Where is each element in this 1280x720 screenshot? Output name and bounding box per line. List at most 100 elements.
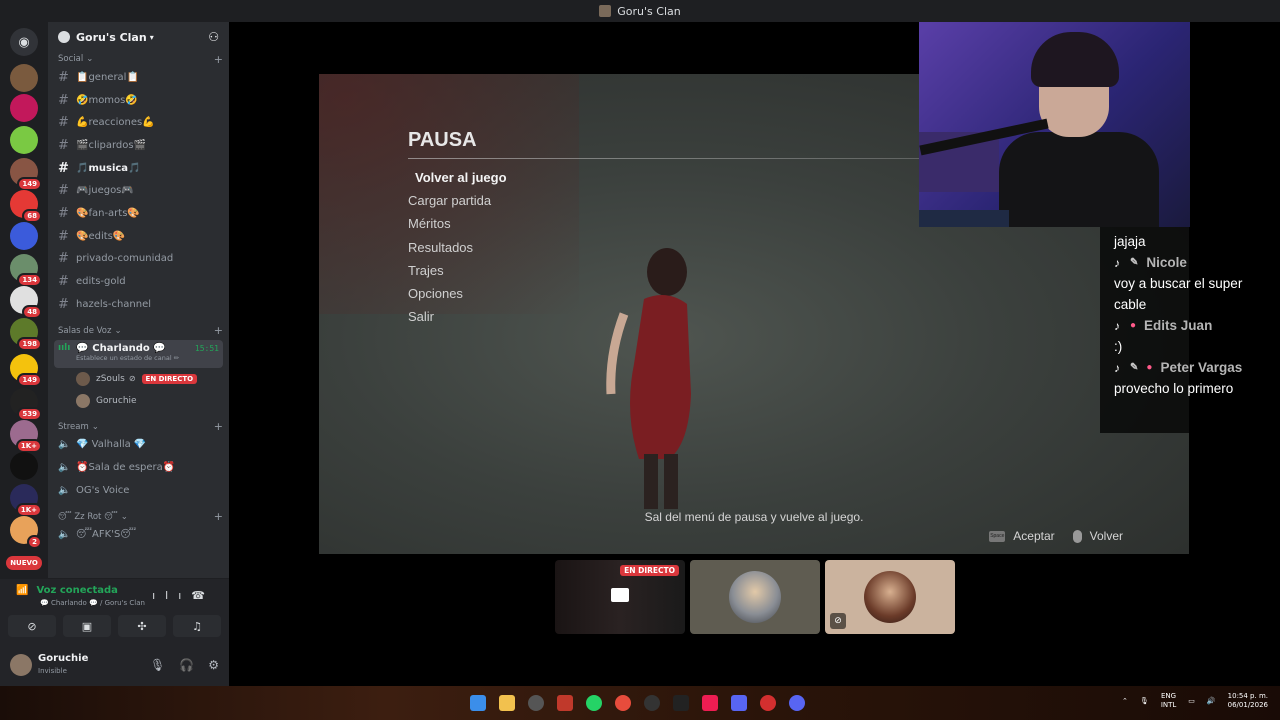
tiktok-icon[interactable] bbox=[702, 695, 718, 711]
chat-author-row: ♪ ● Edits Juan bbox=[1114, 315, 1266, 336]
screen-share-button[interactable]: ▣ bbox=[63, 615, 111, 637]
category-voice[interactable]: Salas de Voz ⌄ + bbox=[48, 324, 229, 338]
headphones-icon[interactable]: 🎧 bbox=[179, 658, 194, 672]
channel-momos[interactable]: # 🤣momos🤣 bbox=[48, 89, 229, 112]
channel-hazels-channel[interactable]: # hazels-channel bbox=[48, 293, 229, 316]
channel-general[interactable]: # 📋general📋 bbox=[48, 66, 229, 89]
username[interactable]: Goruchie bbox=[38, 653, 88, 664]
voice-channel-valhalla[interactable]: 🔈 💎 Valhalla 💎 bbox=[48, 434, 229, 457]
app-icon[interactable] bbox=[673, 695, 689, 711]
network-icon[interactable]: ▭ bbox=[1188, 697, 1195, 706]
app-icon[interactable] bbox=[557, 695, 573, 711]
channel-label: edits-gold bbox=[76, 276, 126, 288]
channel-status[interactable]: Establece un estado de canal ✏ bbox=[58, 354, 219, 362]
menu-item-cargar-partida[interactable]: Cargar partida bbox=[408, 193, 507, 216]
stream-tile[interactable]: EN DIRECTO bbox=[555, 560, 685, 634]
server-icon[interactable] bbox=[10, 222, 38, 250]
camera-off-button[interactable]: ⊘ bbox=[8, 615, 56, 637]
microphone-icon[interactable]: 🎙 bbox=[150, 658, 165, 672]
channel-label: privado-comunidad bbox=[76, 253, 174, 265]
chevron-up-icon[interactable]: ⌃ bbox=[1122, 697, 1128, 706]
add-member-icon[interactable]: ⚇ bbox=[208, 30, 219, 44]
windows-start-icon[interactable] bbox=[470, 695, 486, 711]
server-icon[interactable] bbox=[10, 452, 38, 480]
server-icon[interactable]: 198 bbox=[10, 318, 42, 351]
app-icon[interactable] bbox=[760, 695, 776, 711]
language-indicator[interactable]: ENG INTL bbox=[1161, 692, 1176, 710]
plus-icon[interactable]: + bbox=[214, 420, 223, 433]
speaker-icon: 🔈 bbox=[58, 529, 71, 541]
clock-date: 06/01/2026 bbox=[1227, 701, 1268, 709]
server-icon[interactable]: 149 bbox=[10, 354, 42, 387]
server-icon[interactable]: 1K+ bbox=[10, 484, 42, 517]
guild-name: Goru's Clan bbox=[76, 30, 147, 44]
menu-item-resultados[interactable]: Resultados bbox=[408, 240, 507, 263]
voice-user[interactable]: Goruchie bbox=[48, 390, 229, 412]
app-icon[interactable] bbox=[644, 695, 660, 711]
menu-item-trajes[interactable]: Trajes bbox=[408, 263, 507, 286]
volume-icon[interactable]: 🔊 bbox=[1207, 697, 1216, 706]
channel-edits[interactable]: # 🎨edits🎨 bbox=[48, 225, 229, 248]
channel-musica[interactable]: # 🎵musica🎵 bbox=[48, 157, 229, 180]
soundboard-button[interactable]: ♫ bbox=[173, 615, 221, 637]
category-social[interactable]: Social ⌄ + bbox=[48, 52, 229, 66]
noise-suppression-icon[interactable]: ılı bbox=[152, 589, 191, 602]
activities-button[interactable]: ✣ bbox=[118, 615, 166, 637]
participant-tile[interactable]: ⊘ bbox=[825, 560, 955, 634]
server-icon[interactable]: 134 bbox=[10, 254, 42, 287]
server-icon[interactable]: 149 bbox=[10, 158, 42, 191]
channel-reacciones[interactable]: # 💪reacciones💪 bbox=[48, 111, 229, 134]
category-stream[interactable]: Stream ⌄ + bbox=[48, 420, 229, 434]
voice-status[interactable]: Voz conectada bbox=[36, 585, 117, 596]
menu-item-volver-al-juego[interactable]: Volver al juego bbox=[408, 170, 507, 193]
streamer-body bbox=[999, 132, 1159, 227]
channel-label: 💪reacciones💪 bbox=[76, 117, 155, 129]
channel-edits-gold[interactable]: # edits-gold bbox=[48, 270, 229, 293]
voice-channel-ogs-voice[interactable]: 🔈 OG's Voice bbox=[48, 479, 229, 502]
channel-label: 🎮juegos🎮 bbox=[76, 185, 134, 197]
participant-tile[interactable] bbox=[690, 560, 820, 634]
avatar[interactable] bbox=[10, 654, 32, 676]
supporter-icon: ● bbox=[1130, 320, 1137, 331]
server-icon[interactable]: 1K+ bbox=[10, 420, 42, 453]
channel-fan-arts[interactable]: # 🎨fan-arts🎨 bbox=[48, 202, 229, 225]
menu-item-salir[interactable]: Salir bbox=[408, 309, 507, 332]
plus-icon[interactable]: + bbox=[214, 324, 223, 337]
file-explorer-icon[interactable] bbox=[499, 695, 515, 711]
app-icon[interactable] bbox=[731, 695, 747, 711]
microphone-icon[interactable]: 🎙 bbox=[1140, 697, 1149, 706]
voice-channel-afks[interactable]: 🔈 😴AFK'S😴 bbox=[48, 524, 229, 547]
server-icon[interactable]: 48 bbox=[10, 286, 42, 319]
discord-icon[interactable] bbox=[789, 695, 805, 711]
server-icon[interactable]: 2 bbox=[10, 516, 42, 549]
chrome-icon[interactable] bbox=[615, 695, 631, 711]
obs-icon[interactable] bbox=[528, 695, 544, 711]
server-icon[interactable] bbox=[10, 126, 38, 154]
whatsapp-icon[interactable] bbox=[586, 695, 602, 711]
discord-home-icon[interactable]: ◉ bbox=[10, 28, 38, 56]
system-tray: ⌃ 🎙 ENG INTL ▭ 🔊 10:54 p. m. 06/01/2026 bbox=[1122, 692, 1268, 710]
plus-icon[interactable]: + bbox=[214, 510, 223, 523]
guild-header[interactable]: Goru's Clan ▾ ⚇ bbox=[48, 22, 229, 52]
server-icon[interactable]: 68 bbox=[10, 190, 42, 223]
server-icon[interactable] bbox=[10, 94, 38, 122]
voice-user[interactable]: zSouls ⊘ EN DIRECTO bbox=[48, 368, 229, 390]
channel-clipardos[interactable]: # 🎬clipardos🎬 bbox=[48, 134, 229, 157]
signal-icon[interactable]: 📶 bbox=[16, 585, 28, 596]
gear-icon[interactable]: ⚙ bbox=[208, 658, 219, 672]
voice-channel-sala-de-espera[interactable]: 🔈 ⏰Sala de espera⏰ bbox=[48, 456, 229, 479]
server-icon[interactable]: 539 bbox=[10, 388, 42, 421]
channel-privado-comunidad[interactable]: # privado-comunidad bbox=[48, 248, 229, 271]
voice-channel-charlando[interactable]: ıılı 💬 Charlando 💬 15:51 Establece un es… bbox=[54, 339, 223, 368]
channel-juegos[interactable]: # 🎮juegos🎮 bbox=[48, 179, 229, 202]
plus-icon[interactable]: + bbox=[214, 53, 223, 66]
category-zzrot[interactable]: 😴 Zz Rot 😴 ⌄ + bbox=[48, 510, 229, 524]
menu-item-opciones[interactable]: Opciones bbox=[408, 286, 507, 309]
disconnect-icon[interactable]: ☎ bbox=[191, 589, 215, 602]
voice-location[interactable]: 💬 Charlando 💬 / Goru's Clan bbox=[40, 599, 145, 607]
new-badge[interactable]: NUEVO bbox=[6, 556, 42, 570]
back-label: Volver bbox=[1089, 529, 1123, 543]
server-icon[interactable] bbox=[10, 64, 38, 92]
menu-item-meritos[interactable]: Méritos bbox=[408, 216, 507, 239]
clock[interactable]: 10:54 p. m. 06/01/2026 bbox=[1228, 692, 1268, 710]
